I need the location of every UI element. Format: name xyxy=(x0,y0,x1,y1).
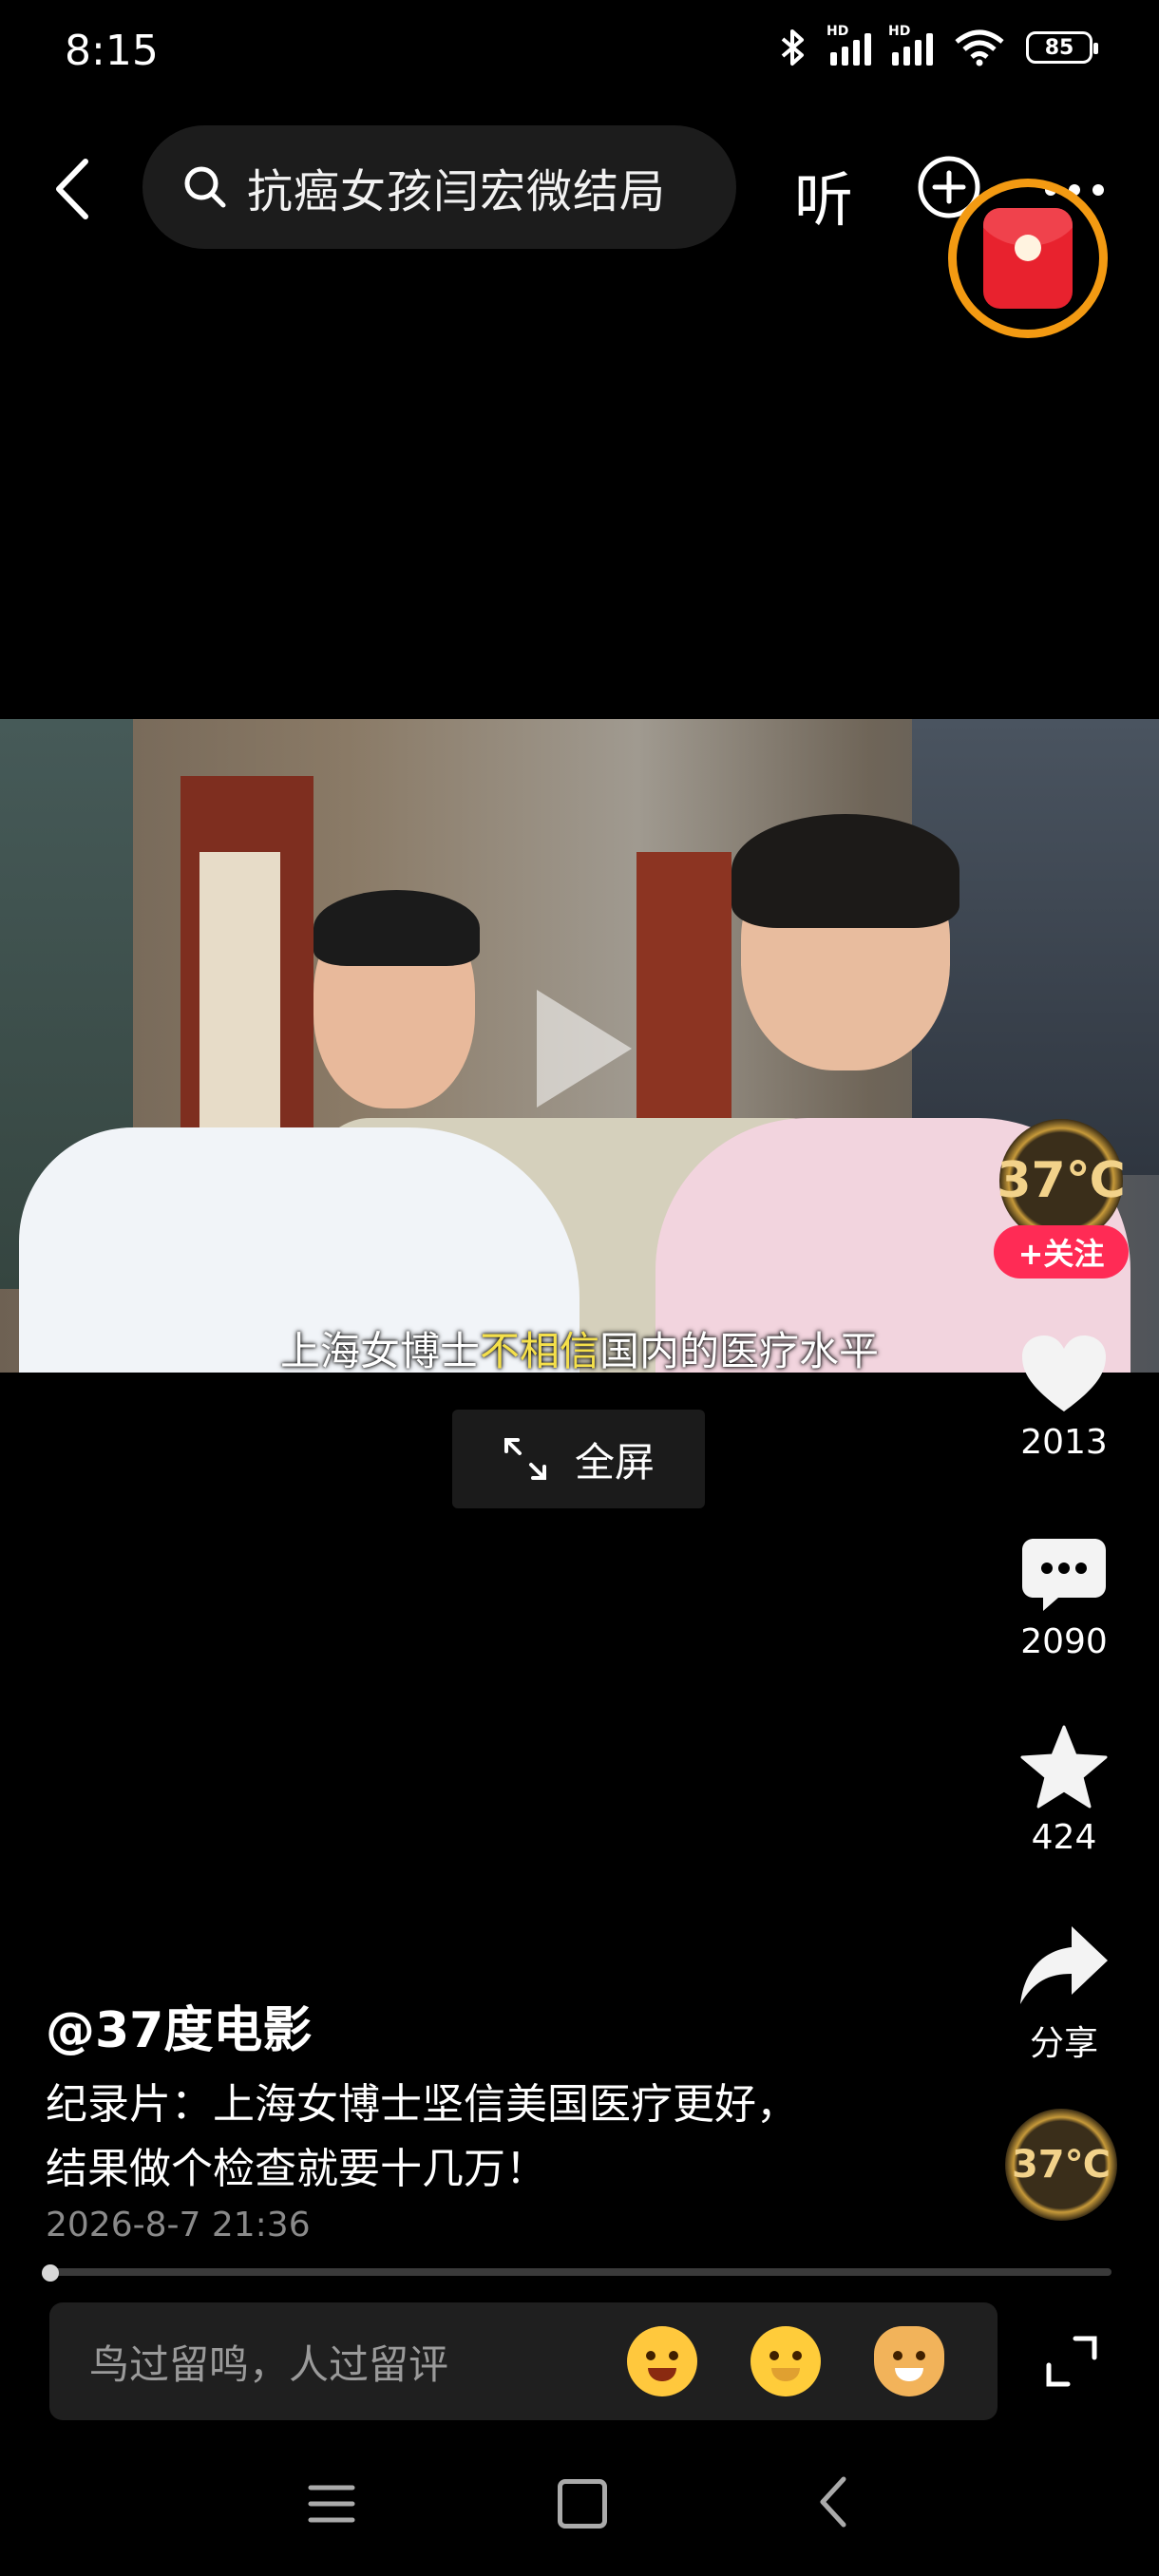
search-input[interactable]: 抗癌女孩闫宏微结局 xyxy=(142,125,736,249)
creator-avatar[interactable]: 37℃ xyxy=(997,1119,1126,1242)
red-packet-button[interactable] xyxy=(948,179,1108,338)
progress-bar[interactable] xyxy=(46,2268,1112,2276)
battery-icon: 85 xyxy=(1026,31,1098,64)
video-player[interactable]: 上海女博士不相信国内的医疗水平 xyxy=(0,719,1159,1373)
video-subtitle: 上海女博士不相信国内的医疗水平 xyxy=(279,1328,880,1373)
comment-button[interactable]: 2090 xyxy=(1007,1537,1121,1661)
like-button[interactable]: 2013 xyxy=(1007,1334,1121,1462)
share-button[interactable]: 分享 xyxy=(1007,1924,1121,2065)
comment-placeholder: 鸟过留鸣，人过留评 xyxy=(89,2340,449,2388)
star-icon xyxy=(1020,1725,1108,1809)
music-disc[interactable]: 37℃ xyxy=(1005,2109,1117,2221)
status-time: 8:15 xyxy=(65,27,159,75)
comment-input[interactable]: 鸟过留鸣，人过留评 xyxy=(49,2302,998,2420)
heart-icon xyxy=(1022,1335,1106,1411)
follow-button[interactable]: +关注 xyxy=(994,1225,1129,1279)
signal-icon: HD xyxy=(826,24,871,66)
signal-icon: HD xyxy=(888,24,933,66)
play-icon[interactable] xyxy=(537,990,632,1108)
search-icon xyxy=(184,166,226,208)
post-description: 纪录片：上海女博士坚信美国医疗更好， 结果做个检查就要十几万！ xyxy=(46,2080,798,2193)
favorite-button[interactable]: 424 xyxy=(1007,1725,1121,1857)
author-name[interactable]: @37度电影 xyxy=(46,1990,312,2061)
comment-icon xyxy=(1022,1539,1106,1611)
fullscreen-label: 全屏 xyxy=(574,1438,655,1486)
fullscreen-button[interactable]: 全屏 xyxy=(452,1410,705,1508)
shy-emoji-icon[interactable] xyxy=(750,2326,821,2396)
share-icon xyxy=(1020,1926,1108,2004)
back-icon[interactable] xyxy=(49,156,95,222)
red-packet-icon xyxy=(983,208,1073,309)
listen-button[interactable]: 听 xyxy=(794,152,853,237)
share-label: 分享 xyxy=(1029,2024,1098,2063)
fullscreen-icon xyxy=(504,1438,546,1480)
doge-emoji-icon[interactable] xyxy=(874,2326,944,2396)
status-icons: HD HD 85 xyxy=(777,24,1098,66)
favorite-count: 424 xyxy=(1031,1818,1097,1857)
comment-count: 2090 xyxy=(1020,1622,1108,1661)
menu-icon[interactable] xyxy=(308,2483,355,2525)
home-icon[interactable] xyxy=(558,2479,607,2529)
laugh-emoji-icon[interactable] xyxy=(627,2326,697,2396)
like-count: 2013 xyxy=(1020,1423,1108,1462)
wifi-icon xyxy=(955,29,1004,66)
expand-icon[interactable] xyxy=(1045,2335,1098,2388)
nav-back-icon[interactable] xyxy=(817,2475,849,2529)
post-date: 2026-8-7 21:36 xyxy=(46,2206,311,2245)
progress-handle[interactable] xyxy=(42,2264,59,2282)
bluetooth-icon xyxy=(781,29,804,66)
search-query: 抗癌女孩闫宏微结局 xyxy=(247,165,667,218)
